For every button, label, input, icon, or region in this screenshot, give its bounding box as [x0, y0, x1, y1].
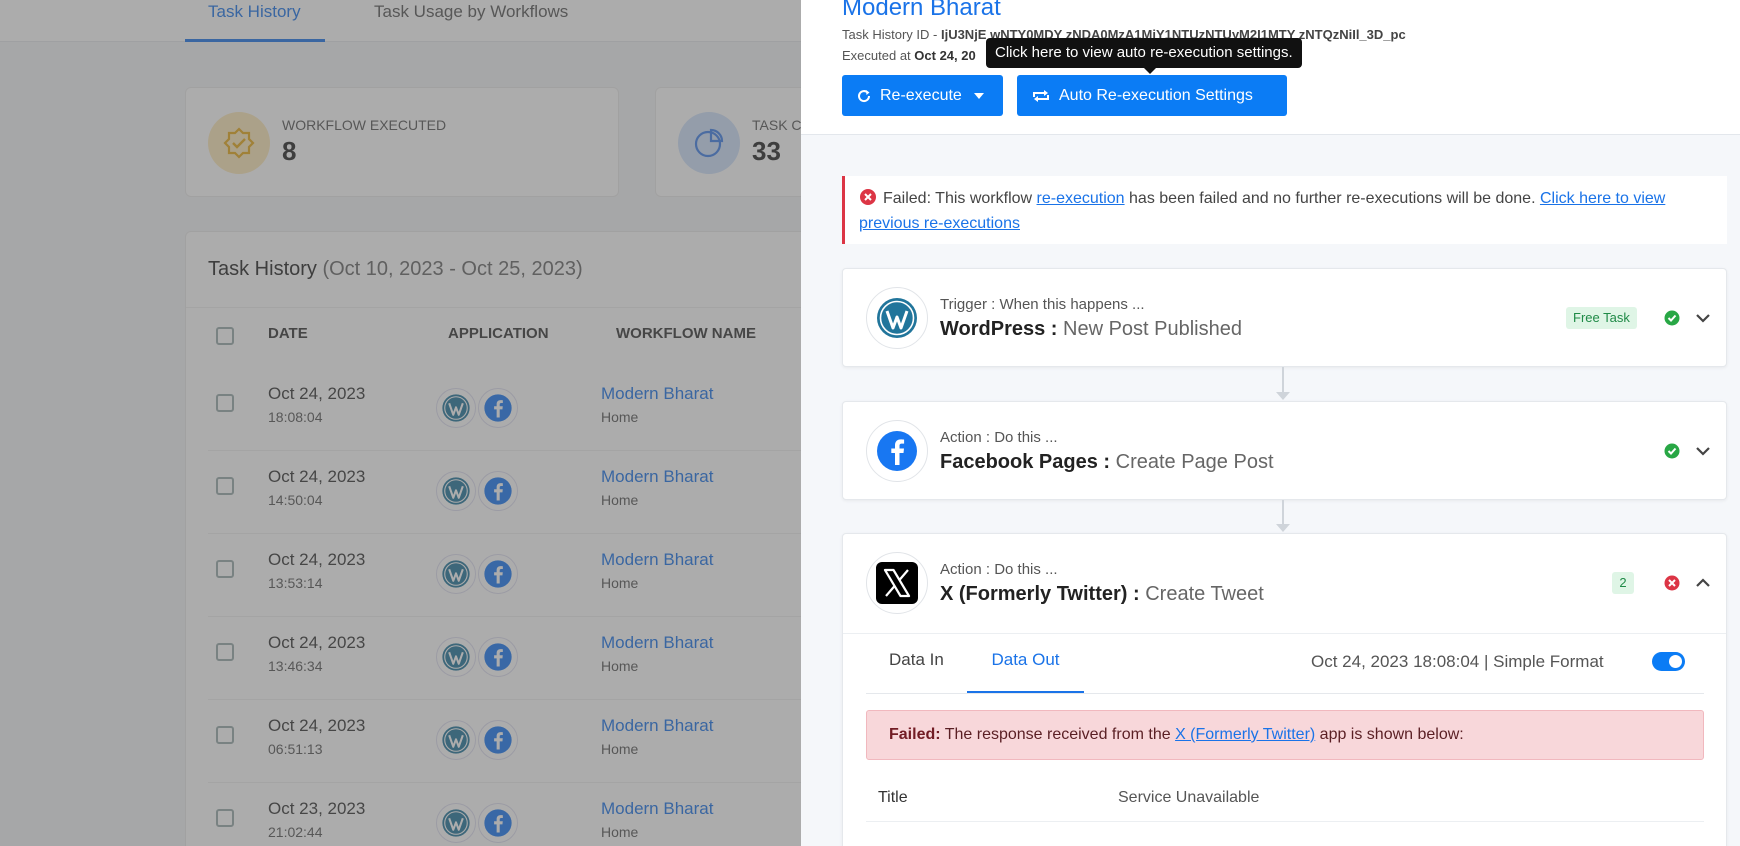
connector-arrow-icon: [1276, 524, 1290, 532]
result-key: Title: [878, 789, 908, 806]
facebook-logo-icon: [866, 420, 928, 482]
chevron-down-icon[interactable]: [1695, 443, 1711, 464]
failed-alert: Failed: This workflow re-execution has b…: [842, 176, 1727, 244]
step-kind: Trigger : When this happens ...: [940, 296, 1145, 313]
modal-backdrop[interactable]: [0, 0, 801, 846]
step-kind: Action : Do this ...: [940, 429, 1058, 446]
wordpress-logo-icon: [866, 287, 928, 349]
panel-header: Modern Bharat Task History ID - IjU3NjE …: [801, 0, 1740, 135]
re-execute-label: Re-execute: [880, 86, 962, 104]
re-execute-button[interactable]: Re-execute: [842, 75, 1003, 116]
connector-arrow-icon: [1276, 392, 1290, 400]
chevron-down-icon[interactable]: [1695, 310, 1711, 331]
auto-re-execution-settings-button[interactable]: Auto Re-execution Settings: [1017, 75, 1287, 116]
step-kind: Action : Do this ...: [940, 561, 1058, 578]
x-logo-icon: [866, 552, 928, 614]
step-action-facebook[interactable]: Action : Do this ... Facebook Pages : Cr…: [842, 401, 1727, 500]
simple-format-toggle[interactable]: [1652, 652, 1685, 671]
free-task-badge: Free Task: [1566, 307, 1637, 329]
tab-data-in[interactable]: Data In: [889, 650, 944, 690]
auto-label: Auto Re-execution Settings: [1059, 86, 1253, 104]
tab-data-out[interactable]: Data Out: [967, 650, 1084, 693]
chevron-up-icon[interactable]: [1695, 575, 1711, 596]
step-name: X (Formerly Twitter) : Create Tweet: [940, 583, 1264, 605]
retry-count-badge: 2: [1612, 572, 1634, 594]
step-name: Facebook Pages : Create Page Post: [940, 451, 1274, 473]
workflow-title[interactable]: Modern Bharat: [842, 0, 1001, 22]
divider: [866, 693, 1704, 694]
step-connector: [1282, 367, 1284, 393]
tooltip: Click here to view auto re-execution set…: [986, 38, 1302, 74]
caret-down-icon: [973, 92, 984, 99]
error-circle-icon: [1664, 575, 1680, 596]
repeat-icon: [1033, 89, 1049, 102]
re-execution-link[interactable]: re-execution: [1037, 190, 1125, 207]
result-value: Service Unavailable: [1118, 789, 1260, 806]
refresh-icon: [858, 89, 871, 102]
step-name: WordPress : New Post Published: [940, 318, 1242, 340]
step-action-x-twitter: Action : Do this ... X (Formerly Twitter…: [842, 533, 1727, 846]
executed-at: Executed at Oct 24, 20: [842, 48, 976, 63]
step-trigger-wordpress[interactable]: Trigger : When this happens ... WordPres…: [842, 268, 1727, 367]
divider: [843, 633, 1726, 634]
task-detail-panel: Modern Bharat Task History ID - IjU3NjE …: [801, 0, 1740, 846]
step-connector: [1282, 500, 1284, 526]
app-link[interactable]: X (Formerly Twitter): [1175, 726, 1315, 743]
error-circle-icon: [859, 188, 877, 213]
execution-time-and-format: Oct 24, 2023 18:08:04 | Simple Format: [1311, 652, 1604, 671]
success-check-icon: [1664, 443, 1680, 464]
success-check-icon: [1664, 310, 1680, 331]
failed-response-box: Failed: The response received from the X…: [866, 710, 1704, 760]
result-row: Title Service Unavailable: [866, 774, 1704, 822]
